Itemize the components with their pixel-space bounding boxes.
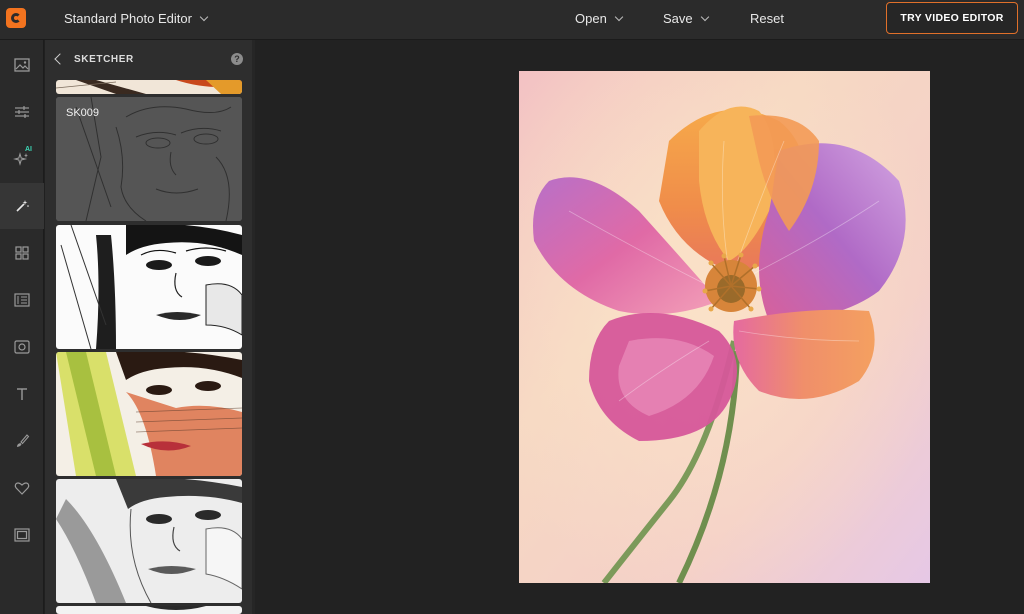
- rail-item-textures[interactable]: [0, 277, 44, 323]
- reset-button[interactable]: Reset: [750, 11, 784, 26]
- thumbnail-label: SK009: [66, 107, 100, 119]
- sliders-icon: [15, 106, 29, 118]
- rail-item-adjust[interactable]: [0, 89, 44, 135]
- text-icon: [17, 388, 27, 400]
- chevron-down-icon: [614, 12, 624, 22]
- app-logo-icon[interactable]: [6, 8, 26, 28]
- rail-item-effects[interactable]: [0, 183, 44, 229]
- magic-wand-icon: [16, 200, 29, 212]
- effect-thumbnail[interactable]: [56, 80, 242, 94]
- help-icon[interactable]: ?: [231, 53, 243, 65]
- frame-icon: [14, 340, 30, 354]
- tool-rail: AI: [0, 40, 44, 614]
- effect-thumbnail[interactable]: [56, 479, 242, 603]
- effect-thumbnail[interactable]: [56, 225, 242, 349]
- rail-item-draw[interactable]: [0, 418, 44, 464]
- texture-icon: [14, 293, 30, 307]
- editor-mode-dropdown[interactable]: Standard Photo Editor: [64, 11, 209, 26]
- sketcher-panel: SKETCHER ? SK009: [45, 40, 255, 614]
- save-menu[interactable]: Save: [663, 11, 709, 26]
- effect-thumbnail[interactable]: [56, 606, 242, 614]
- effect-thumbnail-list: SK009: [56, 80, 242, 614]
- grid-icon: [15, 246, 29, 260]
- try-video-editor-button[interactable]: TRY VIDEO EDITOR: [886, 2, 1018, 34]
- open-label: Open: [575, 11, 607, 26]
- effect-thumbnail-selected[interactable]: SK009: [56, 97, 242, 221]
- rail-item-borders[interactable]: [0, 512, 44, 558]
- top-bar: Standard Photo Editor Open Save Reset TR…: [0, 0, 1024, 40]
- rail-item-frames[interactable]: [0, 324, 44, 370]
- rail-item-ai[interactable]: AI: [0, 136, 44, 182]
- chevron-down-icon: [199, 12, 209, 22]
- flower-photo[interactable]: [519, 71, 930, 583]
- image-icon: [14, 58, 30, 72]
- rail-item-text[interactable]: [0, 371, 44, 417]
- border-icon: [14, 528, 30, 542]
- panel-header: SKETCHER ?: [45, 40, 255, 80]
- chevron-down-icon: [700, 12, 709, 22]
- open-menu[interactable]: Open: [575, 11, 624, 26]
- back-chevron-icon[interactable]: [54, 53, 66, 65]
- canvas-area: [255, 40, 1024, 614]
- panel-title: SKETCHER: [74, 54, 134, 65]
- rail-item-stickers[interactable]: [0, 465, 44, 511]
- save-label: Save: [663, 11, 693, 26]
- ai-badge: AI: [25, 146, 32, 153]
- heart-icon: [14, 482, 30, 495]
- reset-label: Reset: [750, 11, 784, 26]
- brush-icon: [17, 434, 30, 447]
- rail-item-image[interactable]: [0, 42, 44, 88]
- effect-thumbnail[interactable]: [56, 352, 242, 476]
- rail-item-collage[interactable]: [0, 230, 44, 276]
- editor-mode-label: Standard Photo Editor: [64, 11, 192, 26]
